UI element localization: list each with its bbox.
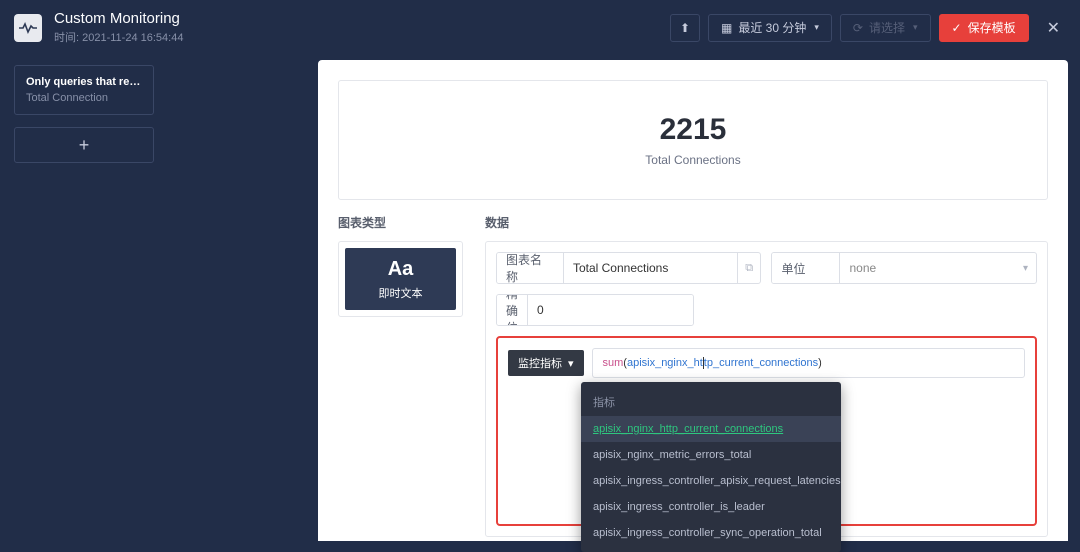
query-input[interactable]: sum(apisix_nginx_http_current_connection… <box>592 348 1026 378</box>
chart-card-title: Only queries that return sin… <box>26 76 142 88</box>
refresh-select-button[interactable]: ⟳ 请选择 ▾ <box>840 14 931 42</box>
chart-card[interactable]: Only queries that return sin… Total Conn… <box>14 65 154 115</box>
lang-icon[interactable]: ⧉ <box>737 253 761 283</box>
upload-icon: ⬆ <box>680 21 690 35</box>
preview-label: Total Connections <box>645 153 740 167</box>
dropdown-item-link[interactable]: apisix_nginx_http_current_connections <box>593 423 783 435</box>
type-glyph: Aa <box>388 258 414 281</box>
chart-card-subtitle: Total Connection <box>26 92 142 104</box>
add-chart-button[interactable]: + <box>14 127 154 163</box>
chart-name-input[interactable] <box>564 253 737 283</box>
query-fn: sum <box>603 357 624 369</box>
calendar-icon: ▦ <box>721 21 732 35</box>
upload-button[interactable]: ⬆ <box>670 14 700 42</box>
check-icon: ✓ <box>952 21 962 35</box>
refresh-icon: ⟳ <box>853 21 863 35</box>
title-area: Custom Monitoring 时间: 2021-11-24 16:54:4… <box>54 10 670 45</box>
metric-pill-button[interactable]: 监控指标 ▾ <box>508 350 584 376</box>
query-name-a: apisix_nginx_ht <box>627 357 703 369</box>
plus-icon: + <box>79 135 90 156</box>
section-data-title: 数据 <box>485 214 1048 231</box>
chevron-down-icon: ▾ <box>814 22 819 33</box>
chevron-down-icon[interactable]: ▾ <box>1015 253 1036 283</box>
type-box: Aa 即时文本 <box>338 241 463 317</box>
time-range-label: 最近 30 分钟 <box>738 19 806 36</box>
refresh-placeholder: 请选择 <box>869 19 905 36</box>
sidebar: Only queries that return sin… Total Conn… <box>14 65 154 175</box>
chart-name-field: 图表名称 ⧉ <box>496 252 762 284</box>
dropdown-item[interactable]: apisix_ingress_controller_sync_operation… <box>581 520 841 546</box>
top-controls: ⬆ ▦ 最近 30 分钟 ▾ ⟳ 请选择 ▾ ✓ 保存模板 ✕ <box>670 14 1066 42</box>
pulse-icon <box>19 22 37 34</box>
editor-panel: 2215 Total Connections 图表类型 Aa 即时文本 数据 图… <box>318 60 1068 541</box>
page-title: Custom Monitoring <box>54 10 670 27</box>
time-range-button[interactable]: ▦ 最近 30 分钟 ▾ <box>708 14 832 42</box>
dropdown-item[interactable]: apisix_nginx_metric_errors_total <box>581 442 841 468</box>
page-time: 时间: 2021-11-24 16:54:44 <box>54 29 670 45</box>
metric-dropdown: 指标 apisix_nginx_http_current_connections… <box>581 382 841 552</box>
save-template-button[interactable]: ✓ 保存模板 <box>939 14 1029 42</box>
app-logo <box>14 14 42 42</box>
close-button[interactable]: ✕ <box>1037 18 1066 38</box>
metric-pill-label: 监控指标 <box>518 355 562 371</box>
unit-field: 单位 ▾ <box>771 252 1037 284</box>
preview-value: 2215 <box>660 113 727 147</box>
precision-label: 精确位 <box>497 295 528 325</box>
close-icon: ✕ <box>1047 20 1060 37</box>
query-name-b: tp_current_connections <box>704 357 818 369</box>
section-type-title: 图表类型 <box>338 214 463 231</box>
dropdown-heading: 指标 <box>581 388 841 416</box>
precision-field: 精确位 <box>496 294 694 326</box>
type-option-text[interactable]: Aa 即时文本 <box>345 248 456 310</box>
type-column: 图表类型 Aa 即时文本 <box>338 214 463 537</box>
row-name-unit: 图表名称 ⧉ 单位 ▾ <box>496 252 1037 284</box>
metric-area: 监控指标 ▾ sum(apisix_nginx_http_current_con… <box>496 336 1037 526</box>
top-bar: Custom Monitoring 时间: 2021-11-24 16:54:4… <box>0 0 1080 55</box>
save-label: 保存模板 <box>968 19 1016 36</box>
dropdown-item[interactable]: apisix_ingress_controller_is_leader <box>581 494 841 520</box>
data-box: 图表名称 ⧉ 单位 ▾ 精确位 <box>485 241 1048 537</box>
unit-label: 单位 <box>772 253 840 283</box>
chevron-down-icon: ▾ <box>913 22 918 33</box>
unit-select[interactable] <box>840 253 1014 283</box>
preview-box: 2215 Total Connections <box>338 80 1048 200</box>
metric-row: 监控指标 ▾ sum(apisix_nginx_http_current_con… <box>508 348 1025 378</box>
caret-down-icon: ▾ <box>568 357 574 370</box>
dropdown-item[interactable]: apisix_nginx_http_current_connections <box>581 416 841 442</box>
config-columns: 图表类型 Aa 即时文本 数据 图表名称 ⧉ 单位 <box>318 214 1068 537</box>
type-label: 即时文本 <box>378 285 422 301</box>
data-column: 数据 图表名称 ⧉ 单位 ▾ 精确位 <box>485 214 1048 537</box>
precision-input[interactable] <box>528 295 694 325</box>
chart-name-label: 图表名称 <box>497 253 564 283</box>
row-precision: 精确位 <box>496 294 1037 326</box>
dropdown-item[interactable]: apisix_ingress_controller_apisix_request… <box>581 468 841 494</box>
